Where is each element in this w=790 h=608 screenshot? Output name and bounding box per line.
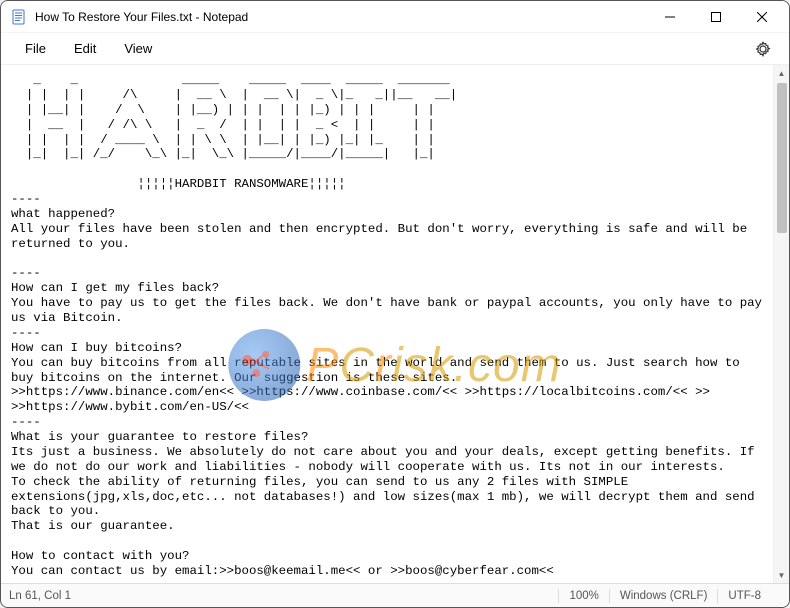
close-button[interactable] <box>739 2 785 32</box>
menu-view[interactable]: View <box>112 37 164 60</box>
gear-icon <box>755 41 771 57</box>
notepad-icon <box>11 9 27 25</box>
scroll-down-arrow[interactable]: ▼ <box>774 567 789 583</box>
window-controls <box>647 2 785 32</box>
scroll-thumb[interactable] <box>777 83 787 233</box>
title-bar: How To Restore Your Files.txt - Notepad <box>1 1 789 33</box>
status-bar: Ln 61, Col 1 100% Windows (CRLF) UTF-8 <box>1 583 789 607</box>
status-position: Ln 61, Col 1 <box>9 590 71 602</box>
menu-edit[interactable]: Edit <box>62 37 108 60</box>
maximize-button[interactable] <box>693 2 739 32</box>
scroll-up-arrow[interactable]: ▲ <box>774 65 789 81</box>
window-title: How To Restore Your Files.txt - Notepad <box>35 10 647 24</box>
status-encoding: UTF-8 <box>728 590 761 602</box>
status-eol: Windows (CRLF) <box>620 590 708 602</box>
text-editor[interactable]: _ _ _____ _____ ____ _____ _______ | | |… <box>1 65 773 583</box>
status-zoom: 100% <box>569 590 598 602</box>
editor-area: _ _ _____ _____ ____ _____ _______ | | |… <box>1 65 789 583</box>
menu-bar: File Edit View <box>1 33 789 65</box>
vertical-scrollbar[interactable]: ▲ ▼ <box>773 65 789 583</box>
menu-file[interactable]: File <box>13 37 58 60</box>
minimize-button[interactable] <box>647 2 693 32</box>
notepad-window: How To Restore Your Files.txt - Notepad … <box>0 0 790 608</box>
settings-button[interactable] <box>749 35 777 63</box>
